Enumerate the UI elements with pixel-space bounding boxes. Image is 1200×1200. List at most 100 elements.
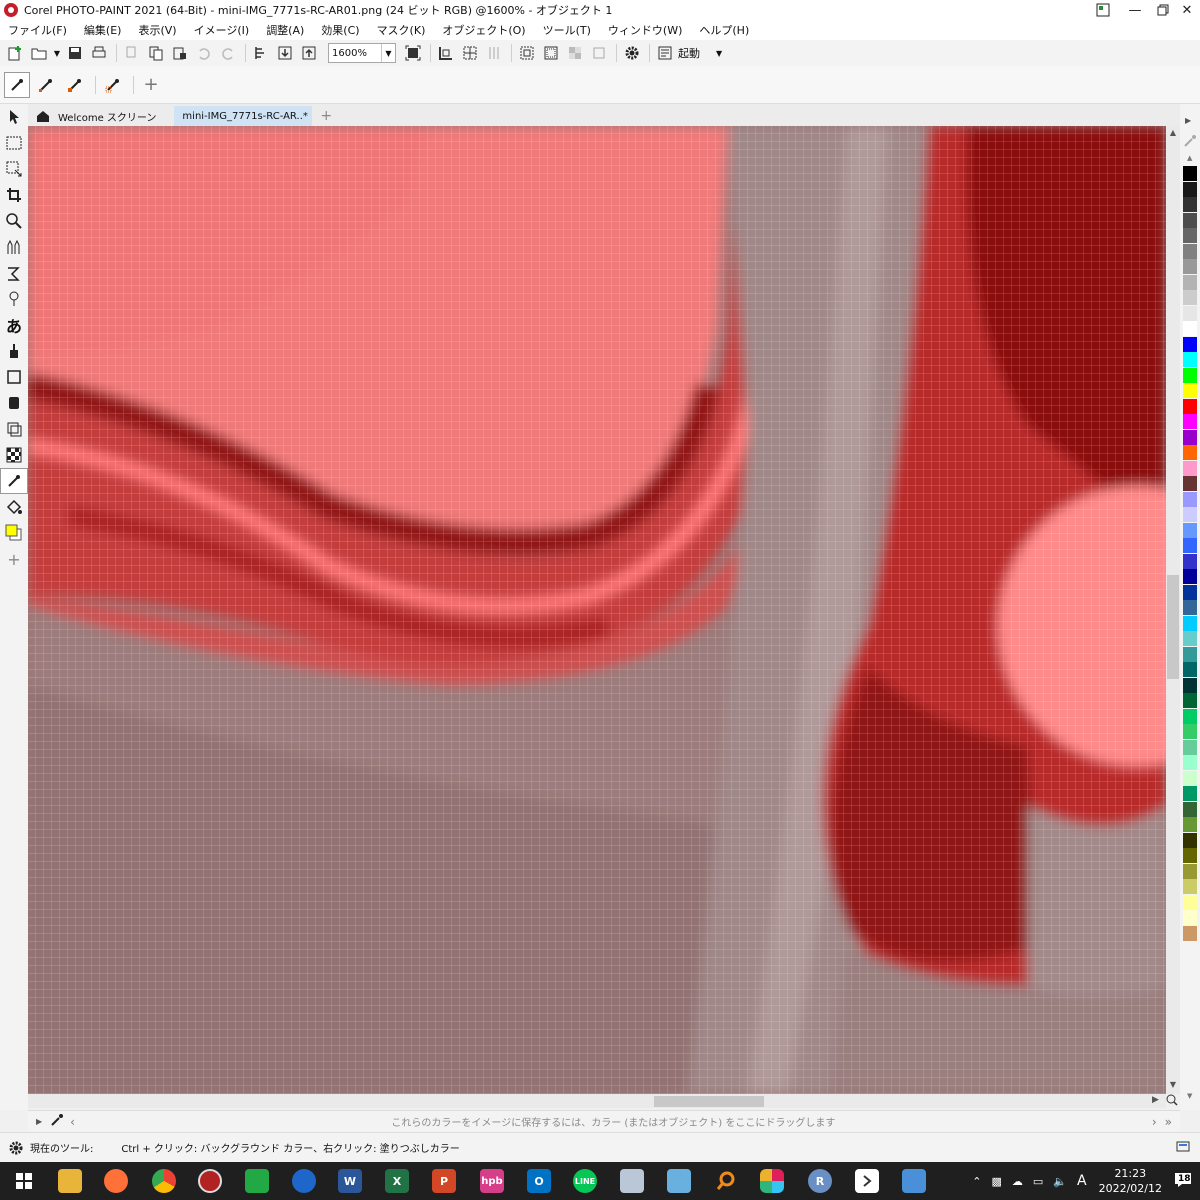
palette-expand-arrow-icon[interactable]: ▶ — [1185, 116, 1191, 125]
scroll-up-arrow-icon[interactable]: ▲ — [1167, 128, 1179, 138]
r-icon[interactable]: R — [808, 1169, 832, 1193]
new-document-icon[interactable] — [4, 42, 26, 64]
close-button[interactable]: ✕ — [1172, 0, 1200, 20]
clone-tool-icon[interactable] — [0, 416, 28, 442]
fill-tool-icon[interactable] — [0, 494, 28, 520]
eraser-tool-icon[interactable] — [0, 390, 28, 416]
chevron-down-icon[interactable]: ▼ — [381, 44, 395, 62]
palette-swatch[interactable] — [1183, 228, 1197, 243]
palette-swatch[interactable] — [1183, 879, 1197, 894]
menu-image[interactable]: イメージ(I) — [194, 22, 250, 38]
palette-swatch[interactable] — [1183, 615, 1197, 631]
palette-swatch[interactable] — [1183, 429, 1197, 445]
app-arrow-icon[interactable] — [855, 1169, 879, 1193]
text-tool-icon[interactable]: あ — [0, 312, 28, 338]
object-marquee-icon[interactable] — [540, 42, 562, 64]
palette-swatch[interactable] — [1183, 259, 1197, 274]
paint-tool-icon[interactable] — [0, 338, 28, 364]
file-explorer-icon[interactable] — [58, 1169, 82, 1193]
palette-swatch[interactable] — [1183, 553, 1197, 569]
rulers-icon[interactable] — [435, 42, 457, 64]
import-down-icon[interactable] — [274, 42, 296, 64]
image-canvas[interactable] — [28, 126, 1166, 1094]
menu-window[interactable]: ウィンドウ(W) — [608, 22, 682, 38]
chevron-up-icon[interactable]: ⌃ — [972, 1175, 981, 1188]
vertical-scroll-thumb[interactable] — [1167, 575, 1179, 679]
palette-swatch[interactable] — [1183, 321, 1197, 336]
tray-menu-icon[interactable]: » — [1165, 1115, 1172, 1129]
full-screen-icon[interactable] — [402, 42, 424, 64]
onedrive-cloud-icon[interactable]: ☁ — [1012, 1175, 1023, 1188]
tab-welcome[interactable]: Welcome スクリーン — [28, 106, 164, 126]
rectangle-tool-icon[interactable] — [0, 364, 28, 390]
pick-tool-icon[interactable] — [0, 104, 28, 130]
zoom-level-select[interactable]: 1600% ▼ — [328, 43, 396, 63]
palette-scroll-down-icon[interactable]: ▼ — [1187, 1092, 1192, 1100]
eyedropper-tool-icon[interactable] — [0, 468, 28, 494]
app-green-icon[interactable] — [245, 1169, 269, 1193]
color-swatches-icon[interactable] — [0, 520, 28, 546]
transparency-tool-icon[interactable] — [0, 442, 28, 468]
word-icon[interactable]: W — [338, 1169, 362, 1193]
palette-swatch[interactable] — [1183, 600, 1197, 615]
palette-swatch[interactable] — [1183, 367, 1197, 383]
corel-photo-paint-icon[interactable] — [198, 1169, 222, 1193]
eyedropper-custom-icon[interactable] — [100, 72, 126, 98]
crop-tool-icon[interactable] — [0, 182, 28, 208]
horizontal-scroll-thumb[interactable] — [654, 1096, 764, 1107]
excel-icon[interactable]: X — [385, 1169, 409, 1193]
windows-start-icon[interactable] — [12, 1169, 36, 1193]
menu-file[interactable]: ファイル(F) — [8, 22, 67, 38]
plus-icon[interactable]: + — [138, 72, 164, 98]
copy-icon[interactable] — [145, 42, 167, 64]
scroll-down-arrow-icon[interactable]: ▼ — [1167, 1080, 1179, 1090]
outlook-icon[interactable]: O — [527, 1169, 551, 1193]
menu-adjust[interactable]: 調整(A) — [266, 22, 304, 38]
app-scanner-icon[interactable] — [620, 1169, 644, 1193]
meet-now-icon[interactable]: ▩ — [992, 1175, 1002, 1188]
app-tablet-icon[interactable] — [667, 1169, 691, 1193]
palette-swatch[interactable] — [1183, 677, 1197, 693]
print-icon[interactable] — [88, 42, 110, 64]
firefox-icon[interactable] — [104, 1169, 128, 1193]
palette-swatch[interactable] — [1183, 631, 1197, 646]
menu-effects[interactable]: 効果(C) — [321, 22, 359, 38]
palette-swatch[interactable] — [1183, 166, 1197, 181]
launch-dropdown[interactable]: 起動 ▼ — [658, 45, 722, 61]
palette-swatch[interactable] — [1183, 569, 1197, 584]
new-tab-plus-icon[interactable]: + — [312, 106, 340, 126]
export-up-icon[interactable] — [298, 42, 320, 64]
palette-swatch[interactable] — [1183, 507, 1197, 522]
palette-swatch[interactable] — [1183, 305, 1197, 321]
mask-transform-icon[interactable] — [0, 156, 28, 182]
homepage-builder-icon[interactable]: hpb — [480, 1169, 504, 1193]
palette-scroll-up-icon[interactable]: ▲ — [1187, 154, 1192, 162]
object-icon[interactable] — [588, 42, 610, 64]
palette-swatch[interactable] — [1183, 181, 1197, 197]
palette-swatch[interactable] — [1183, 243, 1197, 259]
palette-swatch[interactable] — [1183, 770, 1197, 786]
palette-swatch[interactable] — [1183, 352, 1197, 367]
palette-swatch[interactable] — [1183, 445, 1197, 460]
open-folder-icon[interactable] — [28, 42, 50, 64]
palette-swatch[interactable] — [1183, 894, 1197, 910]
horizontal-scrollbar[interactable] — [28, 1094, 1166, 1108]
palette-swatch[interactable] — [1183, 336, 1197, 352]
palette-swatch[interactable] — [1183, 538, 1197, 553]
palette-swatch[interactable] — [1183, 662, 1197, 677]
grid-icon[interactable] — [483, 42, 505, 64]
network-icon[interactable]: ▭ — [1033, 1175, 1043, 1188]
slack-icon[interactable] — [760, 1169, 784, 1193]
gear-icon[interactable] — [621, 42, 643, 64]
tray-eyedropper-icon[interactable] — [50, 1113, 64, 1130]
palette-swatch[interactable] — [1183, 476, 1197, 491]
undo-icon[interactable] — [193, 42, 215, 64]
status-settings-icon[interactable] — [1176, 1139, 1190, 1156]
chrome-icon[interactable] — [152, 1169, 176, 1193]
import-icon[interactable] — [250, 42, 272, 64]
palette-swatch[interactable] — [1183, 724, 1197, 739]
menu-help[interactable]: ヘルプ(H) — [699, 22, 749, 38]
palette-swatch[interactable] — [1183, 817, 1197, 832]
app-blue-circle-icon[interactable] — [292, 1169, 316, 1193]
palette-swatch[interactable] — [1183, 910, 1197, 925]
